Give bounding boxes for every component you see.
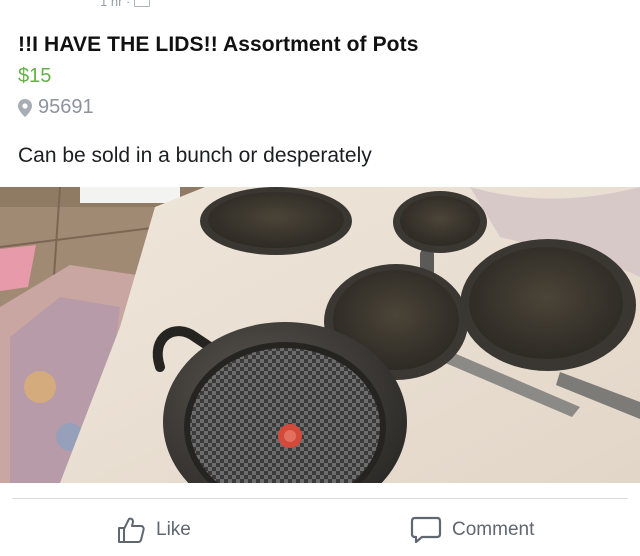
listing-title: !!I HAVE THE LIDS!! Assortment of Pots <box>18 33 419 56</box>
comment-button[interactable]: Comment <box>410 510 534 550</box>
comment-bubble-icon <box>410 516 442 544</box>
like-button[interactable]: Like <box>116 510 191 550</box>
like-label: Like <box>156 519 191 540</box>
post-meta-text: 1 hr · <box>100 0 131 9</box>
marketplace-post: 1 hr · !!I HAVE THE LIDS!! Assortment of… <box>0 0 640 556</box>
listing-price: $15 <box>18 65 52 87</box>
audience-icon <box>134 0 151 7</box>
comment-label: Comment <box>452 519 535 540</box>
listing-photo[interactable] <box>0 187 640 483</box>
action-divider <box>12 498 628 499</box>
post-meta: 1 hr · <box>100 0 151 9</box>
location-zip: 95691 <box>38 96 94 118</box>
listing-description: Can be sold in a bunch or desperately <box>18 144 372 167</box>
listing-location: 95691 <box>18 96 94 119</box>
location-pin-icon <box>18 98 32 117</box>
thumbs-up-icon <box>118 517 145 543</box>
